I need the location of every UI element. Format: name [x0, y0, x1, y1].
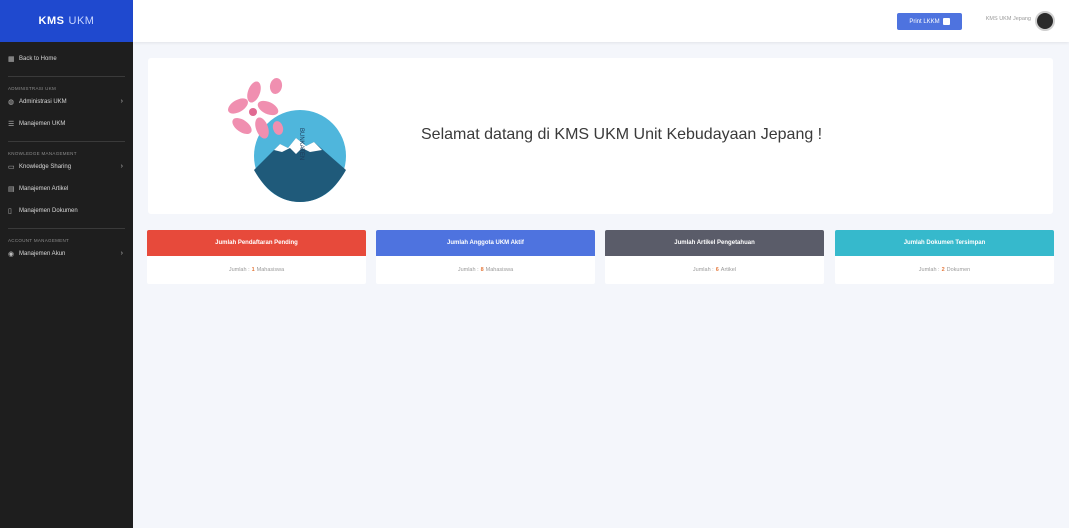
user-icon: ◉	[8, 250, 15, 258]
stat-prefix: Jumlah :	[692, 267, 714, 273]
sidebar-item-label: Back to Home	[19, 56, 57, 62]
sidebar-item-manajemen-akun[interactable]: ◉ Manajemen Akun ›	[0, 243, 133, 265]
grid-icon: ▦	[8, 55, 15, 63]
stat-value: 8	[480, 267, 484, 273]
document-icon: ▯	[8, 207, 12, 215]
brand-name-primary: KMS	[38, 15, 65, 27]
sidebar-item-label: Manajemen UKM	[19, 121, 66, 127]
list-icon: ☰	[8, 120, 15, 128]
sidebar: KMS UKM ▦ Back to Home ADMINISTRASI UKM …	[0, 0, 133, 528]
sidebar-item-back-to-home[interactable]: ▦ Back to Home	[0, 48, 133, 70]
print-button-label: Print LKKM	[909, 18, 940, 25]
sidebar-heading-knowledge: KNOWLEDGE MANAGEMENT	[8, 151, 77, 156]
ukm-logo: BUNKATEN	[228, 78, 346, 202]
stat-card-title: Jumlah Artikel Pengetahuan	[605, 230, 824, 256]
stat-prefix: Jumlah :	[918, 267, 940, 273]
users-icon: ◍	[8, 98, 15, 106]
stat-value: 1	[251, 267, 255, 273]
print-button[interactable]: Print LKKM	[897, 13, 962, 30]
sidebar-item-manajemen-ukm[interactable]: ☰ Manajemen UKM	[0, 113, 133, 135]
sidebar-item-manajemen-dokumen[interactable]: ▯ Manajemen Dokumen	[0, 200, 133, 222]
stat-value: 6	[715, 267, 719, 273]
user-name[interactable]: KMS UKM Jepang	[986, 16, 1031, 22]
sidebar-item-label: Manajemen Dokumen	[19, 208, 78, 214]
stat-card-title: Jumlah Pendaftaran Pending	[147, 230, 366, 256]
stat-value: 2	[941, 267, 945, 273]
stat-card-body: Jumlah : 8 Mahasiswa	[376, 256, 595, 284]
sidebar-heading-administrasi: ADMINISTRASI UKM	[8, 86, 57, 91]
sidebar-item-administrasi-ukm[interactable]: ◍ Administrasi UKM ›	[0, 91, 133, 113]
stat-card-body: Jumlah : 1 Mahasiswa	[147, 256, 366, 284]
stat-card-title: Jumlah Dokumen Tersimpan	[835, 230, 1054, 256]
brand-name-secondary: UKM	[68, 15, 95, 27]
sidebar-item-label: Manajemen Artikel	[19, 186, 69, 192]
avatar[interactable]	[1035, 11, 1055, 31]
chevron-right-icon: ›	[120, 163, 123, 170]
sidebar-item-label: Manajemen Akun	[19, 251, 66, 257]
folder-icon: ▭	[8, 163, 15, 171]
brand-logo[interactable]: KMS UKM	[0, 0, 133, 42]
chevron-right-icon: ›	[120, 98, 123, 105]
stat-card-anggota-aktif[interactable]: Jumlah Anggota UKM Aktif Jumlah : 8 Maha…	[376, 230, 595, 284]
stat-unit: Artikel	[720, 267, 737, 273]
welcome-card: BUNKATEN Selamat datang di KMS UKM Unit …	[148, 58, 1053, 214]
sidebar-item-manajemen-artikel[interactable]: ▤ Manajemen Artikel	[0, 178, 133, 200]
stat-card-body: Jumlah : 6 Artikel	[605, 256, 824, 284]
print-icon	[942, 18, 950, 25]
stat-card-artikel[interactable]: Jumlah Artikel Pengetahuan Jumlah : 6 Ar…	[605, 230, 824, 284]
sidebar-divider	[8, 228, 125, 229]
chevron-right-icon: ›	[120, 250, 123, 257]
sidebar-item-knowledge-sharing[interactable]: ▭ Knowledge Sharing ›	[0, 156, 133, 178]
stat-card-body: Jumlah : 2 Dokumen	[835, 256, 1054, 284]
welcome-message: Selamat datang di KMS UKM Unit Kebudayaa…	[421, 126, 823, 143]
logo-lettering: BUNKATEN	[298, 128, 304, 160]
stat-unit: Dokumen	[946, 267, 971, 273]
sidebar-item-label: Administrasi UKM	[19, 99, 67, 105]
stat-prefix: Jumlah :	[457, 267, 479, 273]
stat-unit: Mahasiswa	[256, 267, 285, 273]
sidebar-item-label: Knowledge Sharing	[19, 164, 72, 170]
stat-card-title: Jumlah Anggota UKM Aktif	[376, 230, 595, 256]
topbar: Print LKKM KMS UKM Jepang	[133, 0, 1069, 42]
sidebar-heading-account: ACCOUNT MANAGEMENT	[8, 238, 70, 243]
article-icon: ▤	[8, 185, 15, 193]
stat-card-pendaftaran-pending[interactable]: Jumlah Pendaftaran Pending Jumlah : 1 Ma…	[147, 230, 366, 284]
stat-card-dokumen[interactable]: Jumlah Dokumen Tersimpan Jumlah : 2 Doku…	[835, 230, 1054, 284]
stat-unit: Mahasiswa	[485, 267, 514, 273]
sidebar-divider	[8, 76, 125, 77]
stat-prefix: Jumlah :	[228, 267, 250, 273]
sidebar-divider	[8, 141, 125, 142]
